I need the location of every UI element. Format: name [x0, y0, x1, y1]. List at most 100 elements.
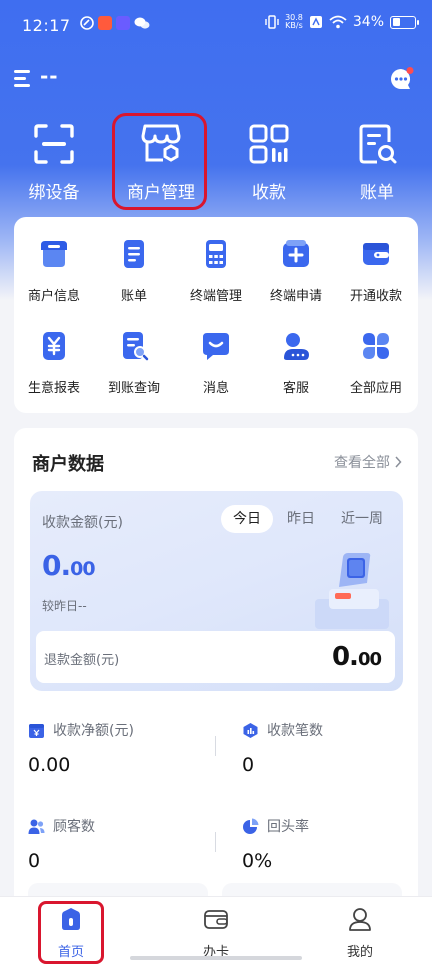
pos-terminal-illustration	[315, 553, 389, 629]
terminal-apply-icon	[283, 240, 309, 267]
svc-bill[interactable]: 账单	[94, 237, 174, 304]
merchant-info-icon	[41, 241, 67, 267]
yuan-report-icon	[43, 332, 65, 360]
app-notify-icon	[80, 16, 94, 30]
svc-terminal-apply[interactable]: 终端申请	[256, 237, 336, 304]
stat-collect-count: 收款笔数 0	[242, 720, 418, 776]
vibrate-icon	[265, 15, 279, 29]
quick-label: 收款	[252, 183, 286, 203]
svc-label: 账单	[120, 289, 147, 304]
refund-label: 退款金额(元)	[44, 653, 120, 668]
status-time: 12:17	[22, 16, 71, 35]
card-icon	[204, 910, 228, 929]
terminal-icon	[206, 240, 226, 268]
svc-label: 消息	[202, 381, 229, 396]
svc-open-collect[interactable]: 开通收款	[336, 237, 416, 304]
stat-divider	[215, 736, 216, 756]
nfc-icon	[309, 16, 322, 28]
svc-customer-service[interactable]: 客服	[256, 329, 336, 396]
tab-today[interactable]: 今日	[221, 505, 273, 533]
stat-value: 0%	[242, 850, 273, 872]
view-all-label: 查看全部	[334, 455, 390, 471]
bill-search-icon	[359, 124, 397, 164]
svc-label: 客服	[282, 381, 309, 396]
svc-label: 生意报表	[27, 381, 80, 396]
tab-card[interactable]: 办卡	[171, 905, 261, 960]
svc-business-report[interactable]: 生意报表	[14, 329, 94, 396]
svc-label: 全部应用	[349, 381, 402, 396]
red-app-icon	[98, 16, 112, 30]
svc-all-apps[interactable]: 全部应用	[336, 329, 416, 396]
stat-value: 0.00	[28, 754, 71, 776]
highlight-annotation	[112, 113, 207, 210]
tab-yesterday[interactable]: 昨日	[275, 505, 327, 533]
stat-label: 收款笔数	[267, 723, 323, 739]
svc-terminal-manage[interactable]: 终端管理	[176, 237, 256, 304]
svc-label: 开通收款	[349, 289, 402, 304]
quick-bill[interactable]: 账单	[327, 112, 427, 210]
svc-label: 商户信息	[27, 289, 80, 304]
count-hex-icon	[243, 722, 258, 738]
top-nav: --	[0, 60, 432, 100]
stat-label: 收款净额(元)	[53, 723, 134, 739]
svc-merchant-info[interactable]: 商户信息	[14, 237, 94, 304]
message-icon	[203, 333, 229, 360]
stat-label: 回头率	[267, 819, 309, 835]
service-icon	[284, 333, 309, 360]
quick-collect[interactable]: 收款	[219, 112, 319, 210]
profile-icon	[349, 908, 371, 931]
battery-percent: 34%	[352, 14, 384, 30]
net-speed: 30.8 KB/s	[285, 13, 303, 30]
quick-actions: 绑设备 商户管理 收款 账单	[0, 112, 432, 210]
wifi-icon	[329, 15, 347, 29]
stat-net-amount: 收款净额(元) 0.00	[28, 720, 208, 776]
qr-code-icon	[249, 124, 289, 164]
home-indicator	[130, 956, 302, 960]
tab-week[interactable]: 近一周	[329, 505, 395, 533]
status-bar: 12:17 30.8 KB/s 34%	[0, 0, 432, 52]
svc-message[interactable]: 消息	[176, 329, 256, 396]
stat-return-rate: 回头率 0%	[242, 816, 418, 872]
store-name[interactable]: --	[40, 64, 59, 88]
service-grid: 商户信息 账单 终端管理 终端申请 开通收款 生意报表 到账查询 消息 客服 全…	[14, 217, 418, 413]
battery-icon	[390, 15, 419, 29]
bill-icon	[124, 240, 144, 268]
wallet-icon	[363, 243, 389, 265]
tab-label: 我的	[346, 945, 373, 960]
stat-divider	[215, 832, 216, 852]
quick-label: 账单	[360, 183, 394, 203]
compare-text: 较昨日--	[42, 599, 87, 613]
arrival-query-icon	[123, 332, 149, 361]
battery-level	[392, 18, 400, 26]
quick-bind-device[interactable]: 绑设备	[4, 112, 104, 210]
purple-app-icon	[116, 16, 130, 30]
amount-label: 收款金额(元)	[42, 515, 123, 531]
notification-icons	[80, 16, 150, 30]
svc-label: 终端申请	[269, 289, 322, 304]
users-icon	[28, 819, 45, 834]
chevron-right-icon	[395, 456, 402, 468]
stat-value: 0	[242, 754, 255, 776]
tab-mine[interactable]: 我的	[315, 905, 405, 960]
all-apps-icon	[363, 333, 389, 359]
pie-icon	[243, 818, 259, 834]
section-title: 商户数据	[32, 454, 104, 475]
period-tabs: 今日 昨日 近一周	[221, 503, 395, 535]
status-right: 30.8 KB/s 34%	[265, 13, 419, 30]
svc-label: 到账查询	[107, 381, 160, 396]
chat-message-icon[interactable]	[388, 66, 414, 92]
menu-icon[interactable]	[14, 70, 34, 88]
quick-label: 绑设备	[28, 183, 80, 203]
yuan-box-icon	[29, 723, 44, 738]
amount-panel: 收款金额(元) 今日 昨日 近一周 0.00 较昨日-- 退款金额(元) 0.0…	[30, 491, 403, 691]
merchant-data-card: 商户数据 查看全部 收款金额(元) 今日 昨日 近一周 0.00 较昨日-- 退…	[14, 428, 418, 908]
wechat-icon	[134, 17, 150, 29]
scan-frame-icon	[34, 124, 74, 164]
stat-label: 顾客数	[53, 819, 95, 835]
svc-arrival-query[interactable]: 到账查询	[94, 329, 174, 396]
amount-value: 0.00	[42, 549, 96, 582]
view-all-link[interactable]: 查看全部	[334, 452, 402, 472]
svc-label: 终端管理	[189, 289, 242, 304]
refund-row: 退款金额(元) 0.00	[36, 631, 395, 683]
stat-value: 0	[28, 850, 41, 872]
